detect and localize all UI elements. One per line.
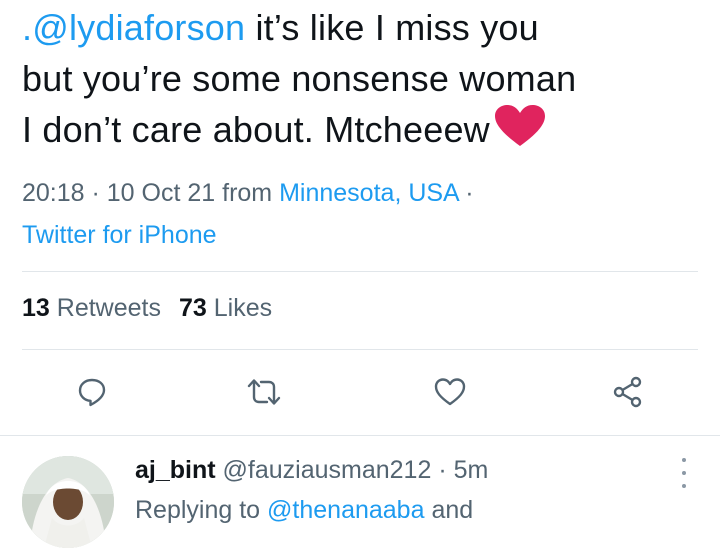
tweet-stats: 13 Retweets 73 Likes (22, 294, 272, 323)
tweet-line-1-text: it’s like I miss you (245, 7, 539, 48)
tweet-source-link[interactable]: Twitter for iPhone (22, 214, 702, 256)
likes-count: 73 (178, 294, 207, 322)
tweet-date[interactable]: 10 Oct 21 (107, 179, 215, 207)
reply-author-name[interactable]: aj_bint (135, 456, 216, 484)
tweet-meta: 20:18 · 10 Oct 21 from Minnesota, USA · … (22, 172, 702, 256)
tweet-time[interactable]: 20:18 (22, 179, 85, 207)
meta-separator-2: · (458, 179, 474, 207)
tweet-actions-bar (0, 372, 720, 416)
tweet-line-1: .@lydiaforson it’s like I miss you (22, 2, 712, 53)
share-button[interactable] (606, 372, 650, 416)
tweet-line-2: but you’re some nonsense woman (22, 58, 577, 99)
reply-separator: · (431, 456, 454, 484)
tweet-meta-line-1: 20:18 · 10 Oct 21 from Minnesota, USA · (22, 172, 702, 214)
replying-to-mention[interactable]: @thenanaaba (267, 496, 424, 524)
meta-from: from (215, 179, 280, 207)
mention-handle: @lydiaforson (32, 7, 246, 48)
retweets-stat[interactable]: 13 Retweets (22, 294, 161, 322)
reply-tweet[interactable]: aj_bint @fauziausman212 · 5m Replying to… (0, 438, 720, 548)
retweets-count: 13 (22, 294, 50, 322)
share-icon (611, 375, 645, 414)
reply-icon (77, 377, 107, 412)
mention-link[interactable]: .@lydiaforson (22, 7, 245, 48)
meta-separator: · (84, 179, 107, 207)
replying-prefix: Replying to (135, 496, 268, 524)
like-button[interactable] (428, 372, 472, 416)
tweet-text: .@lydiaforson it’s like I miss you but y… (22, 2, 712, 161)
red-heart-emoji-icon (494, 104, 546, 161)
more-options-icon[interactable] (672, 458, 696, 488)
replying-suffix: and (424, 496, 474, 524)
likes-stat[interactable]: 73 Likes (179, 294, 272, 322)
retweets-label: Retweets (56, 294, 161, 322)
likes-label: Likes (213, 294, 273, 322)
divider (0, 435, 720, 436)
replying-to: Replying to @thenanaaba and (135, 494, 473, 526)
reply-timestamp[interactable]: 5m (454, 456, 489, 484)
divider (22, 271, 698, 272)
retweet-icon (247, 377, 281, 412)
tweet-line-3-text: I don’t care about. Mtcheeew (22, 109, 490, 150)
reply-header: aj_bint @fauziausman212 · 5m (135, 454, 488, 486)
tweet-location-link[interactable]: Minnesota, USA (279, 179, 458, 207)
avatar[interactable] (22, 456, 114, 548)
tweet-line-3: I don’t care about. Mtcheeew (22, 104, 712, 161)
reply-author-handle[interactable]: @fauziausman212 (223, 456, 432, 484)
retweet-button[interactable] (242, 372, 286, 416)
reply-button[interactable] (70, 372, 114, 416)
divider (22, 349, 698, 350)
like-icon (434, 377, 466, 412)
mention-prefix: . (22, 7, 33, 48)
